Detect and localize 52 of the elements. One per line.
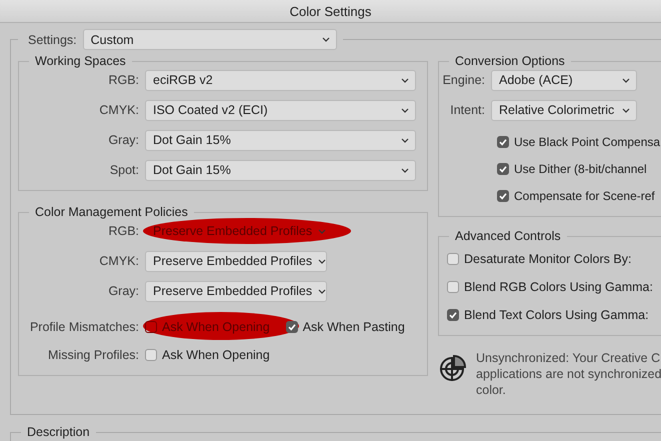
dropdown[interactable]: Adobe (ACE) [491, 70, 637, 90]
field-label: Settings: [28, 32, 77, 46]
field-label: Gray: [107, 133, 139, 147]
window-title: Color Settings [290, 4, 372, 18]
chevron-icon [401, 138, 409, 142]
checkmark-icon [498, 191, 508, 201]
field-label: Intent: [449, 103, 485, 117]
checkbox[interactable]: Ask When Opening [145, 348, 270, 362]
chevron-icon [318, 228, 326, 234]
chevron-icon [322, 37, 330, 42]
checkbox[interactable]: Desaturate Monitor Colors By: [447, 252, 632, 266]
dropdown[interactable]: Preserve Embedded Profiles [145, 250, 327, 272]
chevron-icon [401, 108, 409, 112]
field-label: Missing Profiles: [47, 348, 139, 362]
group-title: Working Spaces [34, 54, 127, 68]
field-label: CMYK: [98, 254, 139, 268]
dropdown[interactable]: Custom [82, 29, 337, 50]
field-label: RGB: [107, 224, 139, 238]
chevron-icon [318, 288, 326, 294]
group-title: Conversion Options [454, 54, 566, 68]
field-label: RGB: [107, 73, 139, 87]
field-label: CMYK: [98, 103, 139, 117]
checkmark-icon [498, 137, 508, 147]
checkbox[interactable]: Use Dither (8-bit/channel [497, 162, 647, 176]
field-label: Gray: [107, 284, 139, 298]
checkbox[interactable]: Compensate for Scene-ref [497, 189, 655, 203]
field-label: Spot: [108, 163, 139, 177]
checkbox[interactable]: Use Black Point Compensa [497, 135, 660, 149]
checkmark-icon [448, 310, 458, 320]
dropdown[interactable]: ISO Coated v2 (ECI) [145, 100, 416, 120]
chevron-icon [401, 168, 409, 172]
color-wheel-icon [438, 354, 466, 382]
field-label: Profile Mismatches: [28, 320, 139, 334]
checkmark-icon [286, 322, 297, 332]
dropdown[interactable]: Relative Colorimetric [491, 100, 637, 120]
checkbox[interactable]: Ask When Pasting [286, 320, 405, 334]
group-title: Advanced Controls [454, 229, 562, 243]
dropdown[interactable]: eciRGB v2 [145, 70, 416, 90]
checkbox[interactable]: Blend Text Colors Using Gamma: [447, 308, 649, 322]
group-title: Color Management Policies [34, 205, 189, 219]
chevron-icon [401, 78, 409, 82]
checkbox[interactable]: Blend RGB Colors Using Gamma: [447, 280, 653, 294]
chevron-icon [318, 258, 326, 264]
group-title: Description [26, 425, 91, 439]
chevron-icon [622, 78, 630, 82]
chevron-icon [622, 108, 630, 112]
status-message: Unsynchronized: Your Creative C applications are not synchronized color. [476, 350, 661, 398]
checkmark-icon [498, 164, 508, 174]
dropdown[interactable]: Preserve Embedded Profiles [145, 280, 327, 302]
dropdown[interactable]: Dot Gain 15% [145, 160, 416, 180]
field-label: Engine: [442, 73, 485, 87]
dropdown[interactable]: Dot Gain 15% [145, 130, 416, 150]
